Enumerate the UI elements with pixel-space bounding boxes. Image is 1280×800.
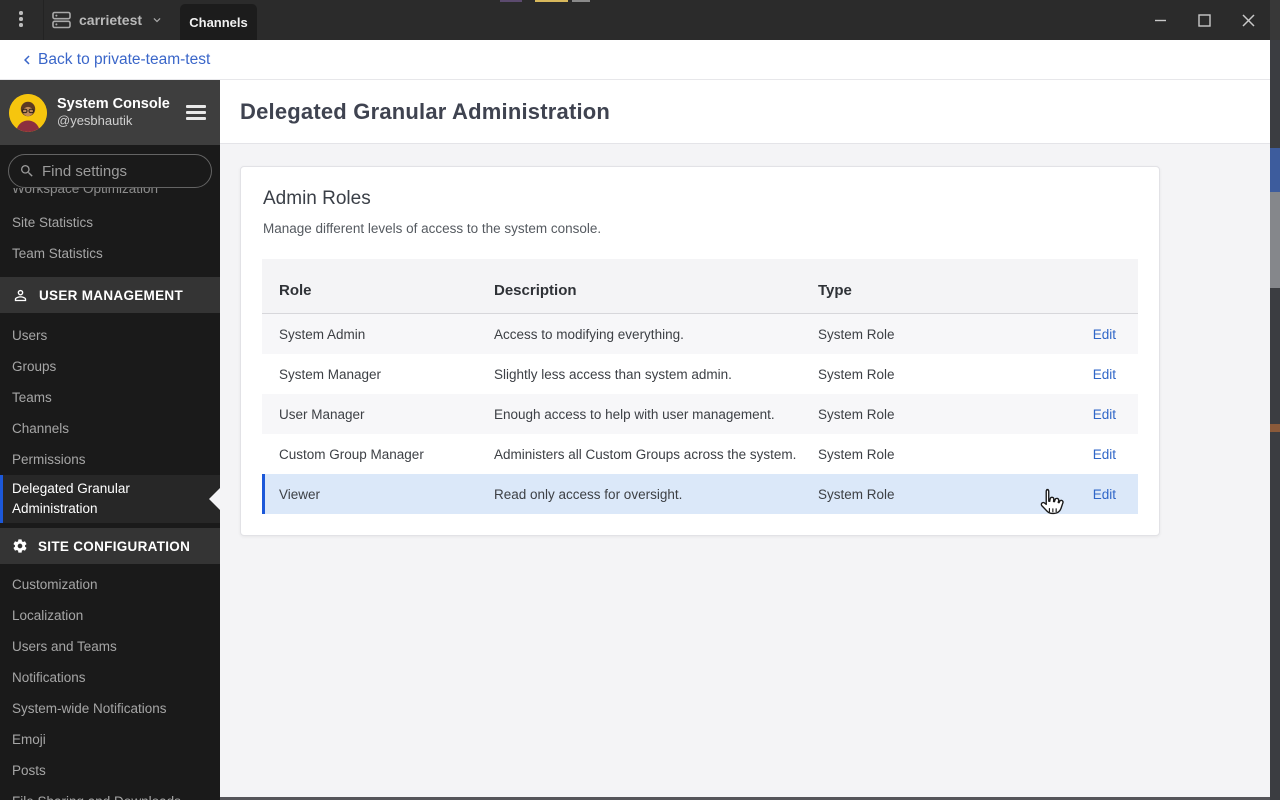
cell-description: Read only access for oversight. (494, 486, 683, 502)
sidebar-item-channels[interactable]: Channels (0, 413, 220, 444)
tab-channels[interactable]: Channels (180, 4, 257, 40)
sidebar-section-site-configuration: SITE CONFIGURATION (0, 528, 220, 564)
edit-link[interactable]: Edit (1093, 447, 1116, 462)
cell-type: System Role (818, 366, 895, 382)
server-selector[interactable]: carrietest (52, 0, 164, 40)
sidebar-title: System Console (57, 96, 170, 113)
server-icon (52, 11, 71, 29)
cell-type: System Role (818, 446, 895, 462)
cell-description: Access to modifying everything. (494, 326, 684, 342)
gear-icon (12, 538, 28, 554)
sidebar-item-system-wide-notifications[interactable]: System-wide Notifications (0, 693, 220, 724)
background-window-sliver (535, 0, 568, 2)
column-type: Type (818, 282, 852, 299)
selected-item-arrow (209, 488, 220, 510)
sidebar-item-delegated-granular-administration[interactable]: Delegated Granular Administration (0, 475, 220, 523)
admin-roles-card: Admin Roles Manage different levels of a… (240, 166, 1160, 536)
sidebar-item-users-and-teams[interactable]: Users and Teams (0, 631, 220, 662)
cell-role: System Manager (279, 366, 382, 382)
edit-link[interactable]: Edit (1093, 487, 1116, 502)
cell-role: User Manager (279, 406, 365, 422)
minimize-button[interactable] (1138, 0, 1182, 40)
cell-description: Slightly less access than system admin. (494, 366, 732, 382)
titlebar-divider (43, 0, 44, 40)
back-bar: Back to private-team-test (0, 40, 1280, 80)
sidebar-section-user-management: USER MANAGEMENT (0, 277, 220, 313)
back-link[interactable]: Back to private-team-test (18, 51, 210, 69)
cell-role: Viewer (279, 486, 321, 502)
table-row-user-manager: User Manager Enough access to help with … (262, 394, 1138, 434)
content-area: Admin Roles Manage different levels of a… (220, 145, 1280, 800)
right-edge-background (1270, 0, 1280, 800)
avatar (9, 93, 47, 132)
close-button[interactable] (1226, 0, 1270, 40)
sidebar-item-emoji[interactable]: Emoji (0, 724, 220, 755)
maximize-button[interactable] (1182, 0, 1226, 40)
sidebar-item-groups[interactable]: Groups (0, 351, 220, 382)
card-subtitle: Manage different levels of access to the… (263, 221, 602, 236)
app-window: carrietest Channels Back to private-team… (0, 0, 1280, 800)
sidebar-item-team-statistics[interactable]: Team Statistics (0, 238, 220, 269)
cell-type: System Role (818, 486, 895, 502)
table-row-system-admin: System Admin Access to modifying everyth… (262, 314, 1138, 354)
chevron-left-icon (18, 51, 36, 69)
table-header-row: Role Description Type (262, 259, 1138, 314)
search-input[interactable] (42, 162, 201, 180)
settings-search-box (8, 154, 212, 188)
page-header: Delegated Granular Administration (220, 80, 1280, 144)
chevron-down-icon (150, 13, 164, 27)
table-row-viewer: Viewer Read only access for oversight. S… (262, 474, 1138, 514)
window-controls (1138, 0, 1270, 40)
table-row-custom-group-manager: Custom Group Manager Administers all Cus… (262, 434, 1138, 474)
sidebar-item-file-sharing-and-downloads[interactable]: File Sharing and Downloads (0, 786, 220, 800)
cell-type: System Role (818, 326, 895, 342)
cell-description: Enough access to help with user manageme… (494, 406, 775, 422)
cell-type: System Role (818, 406, 895, 422)
sidebar-header: System Console @yesbhautik (0, 80, 220, 145)
system-console-sidebar: System Console @yesbhautik Workspace Opt… (0, 80, 220, 800)
sidebar-item-posts[interactable]: Posts (0, 755, 220, 786)
sidebar-item-teams[interactable]: Teams (0, 382, 220, 413)
background-window-sliver (572, 0, 590, 2)
back-link-label: Back to private-team-test (38, 50, 211, 68)
column-actions (1072, 299, 1116, 313)
edit-link[interactable]: Edit (1093, 407, 1116, 422)
edit-link[interactable]: Edit (1093, 327, 1116, 342)
sidebar-item-workspace-optimization[interactable]: Workspace Optimization (0, 188, 220, 202)
page-title: Delegated Granular Administration (240, 98, 611, 124)
cell-role: System Admin (279, 326, 366, 342)
sidebar-item-users[interactable]: Users (0, 320, 220, 351)
hamburger-menu-icon[interactable] (186, 102, 206, 124)
cell-description: Administers all Custom Groups across the… (494, 446, 797, 462)
column-role: Role (279, 282, 312, 299)
server-name: carrietest (79, 12, 143, 28)
background-window-sliver (500, 0, 522, 2)
card-title: Admin Roles (263, 188, 371, 209)
kebab-menu-icon[interactable] (17, 11, 25, 29)
sidebar-item-site-statistics[interactable]: Site Statistics (0, 207, 220, 238)
sidebar-item-permissions[interactable]: Permissions (0, 444, 220, 475)
table-row-system-manager: System Manager Slightly less access than… (262, 354, 1138, 394)
cell-role: Custom Group Manager (279, 446, 424, 462)
window-titlebar: carrietest Channels (0, 0, 1280, 40)
user-icon (12, 287, 29, 304)
column-description: Description (494, 282, 577, 299)
sidebar-item-notifications[interactable]: Notifications (0, 662, 220, 693)
sidebar-username: @yesbhautik (57, 113, 133, 129)
sidebar-item-customization[interactable]: Customization (0, 569, 220, 600)
sidebar-item-localization[interactable]: Localization (0, 600, 220, 631)
search-icon (19, 163, 35, 179)
admin-roles-table: Role Description Type System Admin Acces… (262, 259, 1138, 514)
edit-link[interactable]: Edit (1093, 367, 1116, 382)
